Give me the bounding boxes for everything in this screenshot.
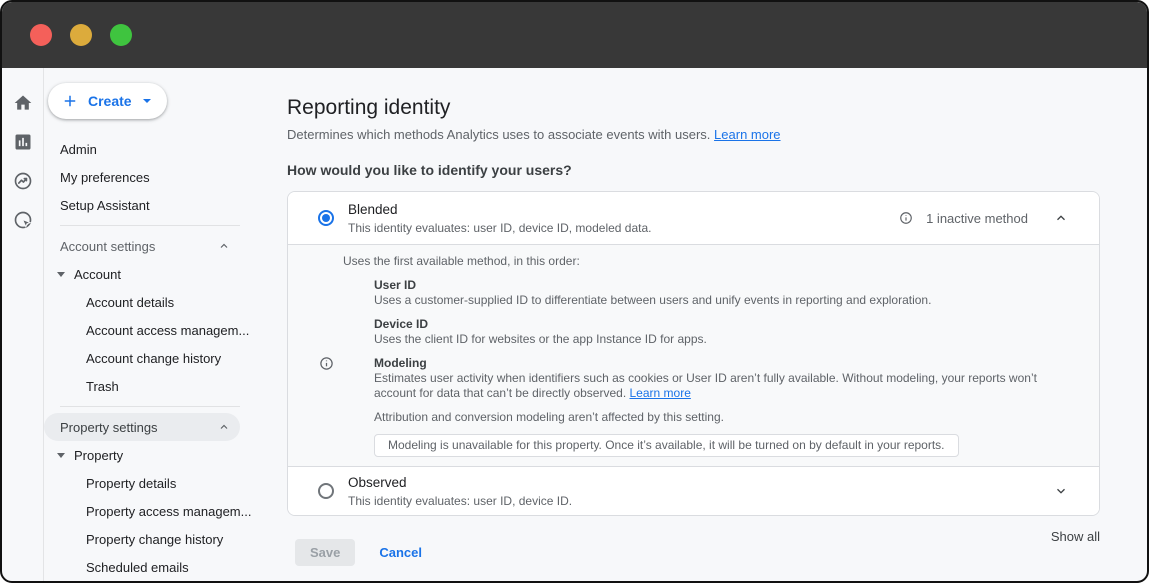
tree-expand-caret-icon[interactable] (57, 453, 65, 458)
page-subtitle-text: Determines which methods Analytics uses … (287, 127, 710, 142)
left-icon-rail (2, 68, 44, 581)
sidebar-item-label: Admin (60, 142, 97, 157)
option-blended[interactable]: Blended This identity evaluates: user ID… (288, 192, 1099, 244)
method-name: Device ID (374, 317, 1052, 332)
method-name: User ID (374, 278, 1052, 293)
method-description: Estimates user activity when identifiers… (374, 371, 1052, 401)
inactive-method-badge: 1 inactive method (899, 211, 1028, 226)
section-header-label: Account settings (60, 239, 155, 254)
home-icon[interactable] (13, 93, 33, 113)
tree-expand-caret-icon[interactable] (57, 272, 65, 277)
footer-actions: Show all Save Cancel (287, 516, 1100, 576)
modeling-note: Attribution and conversion modeling aren… (343, 410, 1052, 425)
sidebar-item-scheduled-emails[interactable]: Scheduled emails (44, 553, 287, 581)
cancel-button[interactable]: Cancel (379, 545, 422, 560)
modeling-notice-wrap: Modeling is unavailable for this propert… (343, 434, 1052, 457)
explore-icon[interactable] (13, 171, 33, 191)
info-icon[interactable] (319, 356, 334, 371)
reports-icon[interactable] (13, 132, 33, 152)
sidebar-divider (60, 406, 240, 407)
section-header-label: Property settings (60, 420, 158, 435)
section-header-property-settings[interactable]: Property settings (44, 413, 240, 441)
chevron-up-icon (218, 421, 230, 433)
collapse-chevron-up-icon[interactable] (1054, 211, 1068, 225)
chevron-up-icon (218, 240, 230, 252)
tree-child-label: Account access managem... (86, 323, 249, 338)
observed-text: Observed This identity evaluates: user I… (348, 475, 572, 508)
sidebar-item-account-details[interactable]: Account details (44, 288, 287, 316)
sidebar-item-property[interactable]: Property (44, 441, 287, 469)
observed-title: Observed (348, 475, 572, 491)
show-all-link[interactable]: Show all (1051, 529, 1100, 544)
sidebar-nav: Admin My preferences Setup Assistant Acc… (44, 135, 287, 581)
learn-more-link[interactable]: Learn more (630, 386, 691, 400)
tree-child-label: Property details (86, 476, 176, 491)
save-button[interactable]: Save (295, 539, 355, 566)
sidebar-divider (60, 225, 240, 226)
inactive-method-text: 1 inactive method (926, 211, 1028, 226)
identity-question: How would you like to identify your user… (287, 162, 1100, 179)
close-window-button[interactable] (30, 24, 52, 46)
method-name: Modeling (374, 356, 1052, 371)
observed-description: This identity evaluates: user ID, device… (348, 494, 572, 508)
sidebar-item-my-preferences[interactable]: My preferences (44, 163, 287, 191)
blended-description: This identity evaluates: user ID, device… (348, 221, 652, 235)
sidebar-item-account[interactable]: Account (44, 260, 287, 288)
tree-parent-label: Account (74, 267, 121, 282)
details-intro: Uses the first available method, in this… (343, 254, 1052, 269)
save-cancel-row: Save Cancel (295, 539, 422, 566)
tree-child-label: Account change history (86, 351, 221, 366)
sidebar-item-admin[interactable]: Admin (44, 135, 287, 163)
app-body: Create Admin My preferences Setup Assist… (2, 68, 1147, 581)
create-button-label: Create (88, 93, 132, 109)
learn-more-link[interactable]: Learn more (714, 127, 780, 142)
window-titlebar (2, 2, 1147, 68)
create-dropdown-caret-icon (143, 99, 151, 103)
reporting-identity-card: Blended This identity evaluates: user ID… (287, 191, 1100, 516)
sidebar-item-label: My preferences (60, 170, 150, 185)
blended-radio[interactable] (318, 210, 334, 226)
sidebar-item-account-change-history[interactable]: Account change history (44, 344, 287, 372)
sidebar-item-setup-assistant[interactable]: Setup Assistant (44, 191, 287, 219)
advertising-icon[interactable] (13, 210, 33, 230)
blended-text: Blended This identity evaluates: user ID… (348, 202, 652, 235)
method-modeling: Modeling Estimates user activity when id… (343, 356, 1052, 401)
method-description: Uses a customer-supplied ID to different… (374, 293, 1052, 308)
app-window: Create Admin My preferences Setup Assist… (0, 0, 1149, 583)
sidebar-item-account-access-management[interactable]: Account access managem... (44, 316, 287, 344)
create-button[interactable]: Create (48, 83, 167, 119)
option-observed[interactable]: Observed This identity evaluates: user I… (288, 467, 1099, 515)
modeling-unavailable-notice: Modeling is unavailable for this propert… (374, 434, 959, 457)
info-icon[interactable] (899, 211, 913, 225)
section-header-account-settings[interactable]: Account settings (44, 232, 240, 260)
page-subtitle: Determines which methods Analytics uses … (287, 127, 1100, 143)
method-user-id: User ID Uses a customer-supplied ID to d… (343, 278, 1052, 308)
page-title: Reporting identity (287, 95, 1100, 120)
tree-child-label: Trash (86, 379, 119, 394)
zoom-window-button[interactable] (110, 24, 132, 46)
minimize-window-button[interactable] (70, 24, 92, 46)
tree-child-label: Property change history (86, 532, 223, 547)
observed-radio[interactable] (318, 483, 334, 499)
sidebar-item-property-access-management[interactable]: Property access managem... (44, 497, 287, 525)
tree-child-label: Account details (86, 295, 174, 310)
blended-details-panel: Uses the first available method, in this… (288, 244, 1099, 467)
expand-chevron-down-icon[interactable] (1054, 484, 1068, 498)
main-content: Reporting identity Determines which meth… (287, 68, 1147, 581)
plus-icon (61, 92, 79, 110)
blended-title: Blended (348, 202, 652, 218)
admin-sidebar: Create Admin My preferences Setup Assist… (44, 68, 287, 581)
sidebar-item-property-change-history[interactable]: Property change history (44, 525, 287, 553)
modeling-description-text: Estimates user activity when identifiers… (374, 371, 1037, 400)
tree-child-label: Scheduled emails (86, 560, 189, 575)
method-device-id: Device ID Uses the client ID for website… (343, 317, 1052, 347)
tree-parent-label: Property (74, 448, 123, 463)
sidebar-item-property-details[interactable]: Property details (44, 469, 287, 497)
tree-child-label: Property access managem... (86, 504, 251, 519)
sidebar-item-trash[interactable]: Trash (44, 372, 287, 400)
sidebar-item-label: Setup Assistant (60, 198, 150, 213)
method-description: Uses the client ID for websites or the a… (374, 332, 1052, 347)
